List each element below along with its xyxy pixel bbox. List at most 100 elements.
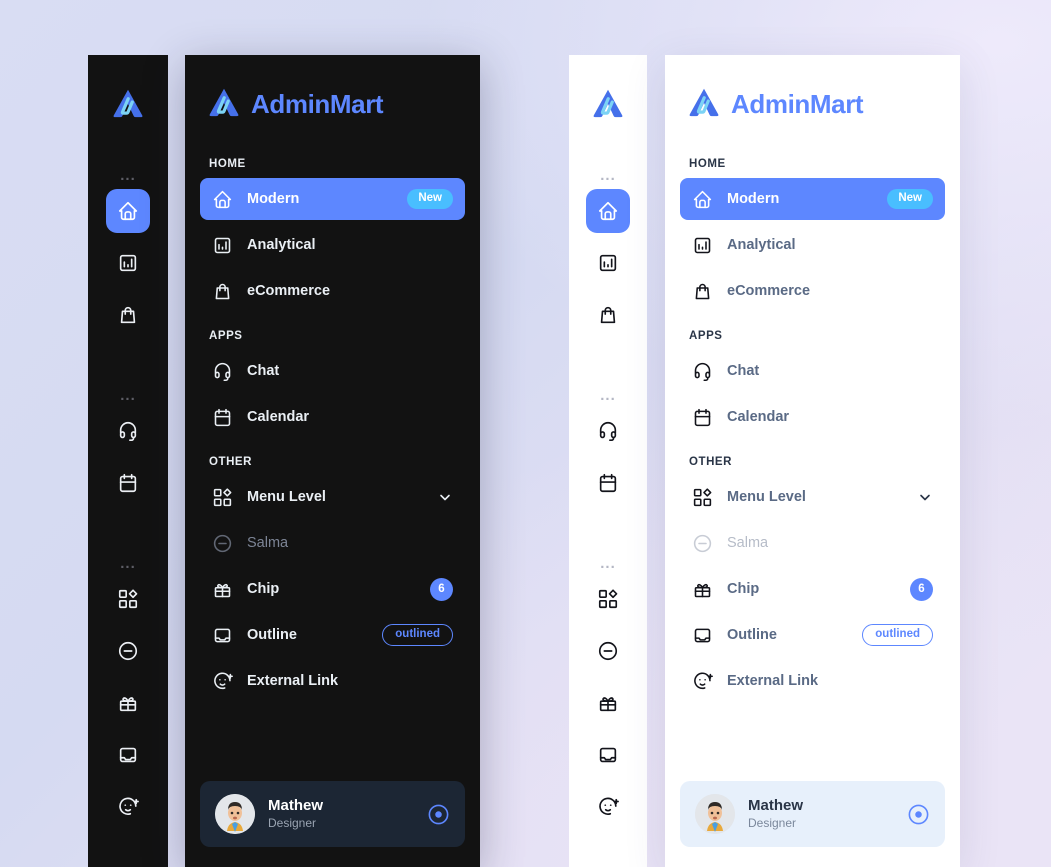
gift-icon (212, 579, 233, 600)
mini-sidebar-content: ... ... ... (569, 55, 647, 837)
mini-item-chat[interactable] (106, 409, 150, 453)
nav-dark: HOME Modern New Analytical eCommerce APP… (185, 124, 480, 702)
nav-item-chat[interactable]: Chat (680, 350, 945, 392)
headset-icon (212, 361, 233, 382)
mini-item-home[interactable] (106, 189, 150, 233)
nav-item-calendar[interactable]: Calendar (200, 396, 465, 438)
mini-item-home[interactable] (586, 189, 630, 233)
nav-caption-apps: APPS (689, 330, 723, 342)
nav-item-label: eCommerce (727, 283, 811, 299)
mini-item-menu-level[interactable] (586, 577, 630, 621)
nav-item-salma: Salma (200, 522, 465, 564)
nav-item-label: Calendar (247, 409, 310, 425)
profile-role: Designer (268, 815, 317, 830)
mini-divider: ... (600, 167, 616, 184)
mini-item-outline[interactable] (586, 733, 630, 777)
mini-item-salma[interactable] (586, 629, 630, 673)
nav-item-modern[interactable]: Modern New (200, 178, 465, 220)
nav-item-label: External Link (727, 673, 819, 689)
nav-item-label: Chip (727, 581, 760, 597)
gift-icon (692, 579, 713, 600)
adminmart-logo-icon[interactable] (106, 81, 150, 125)
nav-item-external-link[interactable]: External Link (200, 660, 465, 702)
profile-text: Mathew Designer (748, 797, 893, 831)
mini-sidebar-dark: ... ... ... (88, 55, 168, 867)
nav-item-menu-level[interactable]: Menu Level (200, 476, 465, 518)
nav-item-chat[interactable]: Chat (200, 350, 465, 392)
profile-card[interactable]: Mathew Designer (200, 781, 465, 847)
mini-item-chat[interactable] (586, 409, 630, 453)
nav-item-outline[interactable]: Outline outlined (200, 614, 465, 656)
nav-item-label: Modern (727, 191, 780, 207)
mini-divider: ... (600, 387, 616, 404)
chevron-down-icon[interactable] (437, 489, 453, 505)
nav-item-label: Chat (247, 363, 280, 379)
profile-card[interactable]: Mathew Designer (680, 781, 945, 847)
minus-circle-icon (212, 533, 233, 554)
nav-item-label: Chat (727, 363, 760, 379)
nav-item-modern[interactable]: Modern New (680, 178, 945, 220)
profile-name: Mathew (748, 796, 804, 814)
avatar (215, 794, 255, 834)
adminmart-logo-icon (207, 85, 241, 124)
mini-item-calendar[interactable] (106, 461, 150, 505)
mini-divider: ... (120, 167, 136, 184)
nav-light: HOME Modern New Analytical eCommerce APP… (665, 124, 960, 702)
nav-item-external-link[interactable]: External Link (680, 660, 945, 702)
mini-item-outline[interactable] (106, 733, 150, 777)
mini-item-external-link[interactable] (586, 785, 630, 829)
shopping-bag-icon (692, 281, 713, 302)
mini-item-ecommerce[interactable] (106, 293, 150, 337)
nav-item-chip[interactable]: Chip 6 (680, 568, 945, 610)
mini-divider: ... (120, 555, 136, 572)
nav-item-analytical[interactable]: Analytical (200, 224, 465, 266)
chart-bar-icon (692, 235, 713, 256)
shopping-bag-icon (212, 281, 233, 302)
nav-item-ecommerce[interactable]: eCommerce (200, 270, 465, 312)
nav-caption-other: OTHER (689, 456, 732, 468)
status-badge-count: 6 (910, 577, 933, 601)
power-target-icon[interactable] (426, 802, 450, 826)
nav-item-label: Outline (727, 627, 777, 643)
mini-item-calendar[interactable] (586, 461, 630, 505)
status-badge-outlined: outlined (862, 624, 933, 646)
nav-item-label: Chip (247, 581, 280, 597)
nav-item-chip[interactable]: Chip 6 (200, 568, 465, 610)
nav-item-label: Modern (247, 191, 300, 207)
calendar-icon (212, 407, 233, 428)
power-target-icon[interactable] (906, 802, 930, 826)
mini-item-analytical[interactable] (586, 241, 630, 285)
adminmart-logo-icon (687, 85, 721, 124)
nav-item-label: Outline (247, 627, 297, 643)
nav-item-label: Calendar (727, 409, 790, 425)
nav-item-calendar[interactable]: Calendar (680, 396, 945, 438)
brand[interactable]: AdminMart (185, 55, 480, 124)
mini-item-analytical[interactable] (106, 241, 150, 285)
mini-item-menu-level[interactable] (106, 577, 150, 621)
mini-item-chip[interactable] (106, 681, 150, 725)
mini-item-salma[interactable] (106, 629, 150, 673)
grid-diamond-icon (692, 487, 713, 508)
mini-divider: ... (120, 387, 136, 404)
mood-plus-icon (692, 671, 713, 692)
sidebar-dark: AdminMart HOME Modern New Analytical eCo… (185, 55, 480, 867)
mini-item-ecommerce[interactable] (586, 293, 630, 337)
adminmart-logo-icon[interactable] (586, 81, 630, 125)
grid-diamond-icon (212, 487, 233, 508)
nav-item-analytical[interactable]: Analytical (680, 224, 945, 266)
mini-item-chip[interactable] (586, 681, 630, 725)
nav-item-menu-level[interactable]: Menu Level (680, 476, 945, 518)
nav-item-ecommerce[interactable]: eCommerce (680, 270, 945, 312)
nav-item-label: Menu Level (727, 489, 806, 505)
nav-caption-apps: APPS (209, 330, 243, 342)
status-badge-new: New (407, 189, 453, 209)
brand-name: AdminMart (251, 89, 384, 119)
nav-item-outline[interactable]: Outline outlined (680, 614, 945, 656)
mini-divider: ... (600, 555, 616, 572)
mini-item-external-link[interactable] (106, 785, 150, 829)
profile-text: Mathew Designer (268, 797, 413, 831)
brand[interactable]: AdminMart (665, 55, 960, 124)
profile-name: Mathew (268, 796, 324, 814)
nav-item-label: Analytical (247, 237, 316, 253)
chevron-down-icon[interactable] (917, 489, 933, 505)
